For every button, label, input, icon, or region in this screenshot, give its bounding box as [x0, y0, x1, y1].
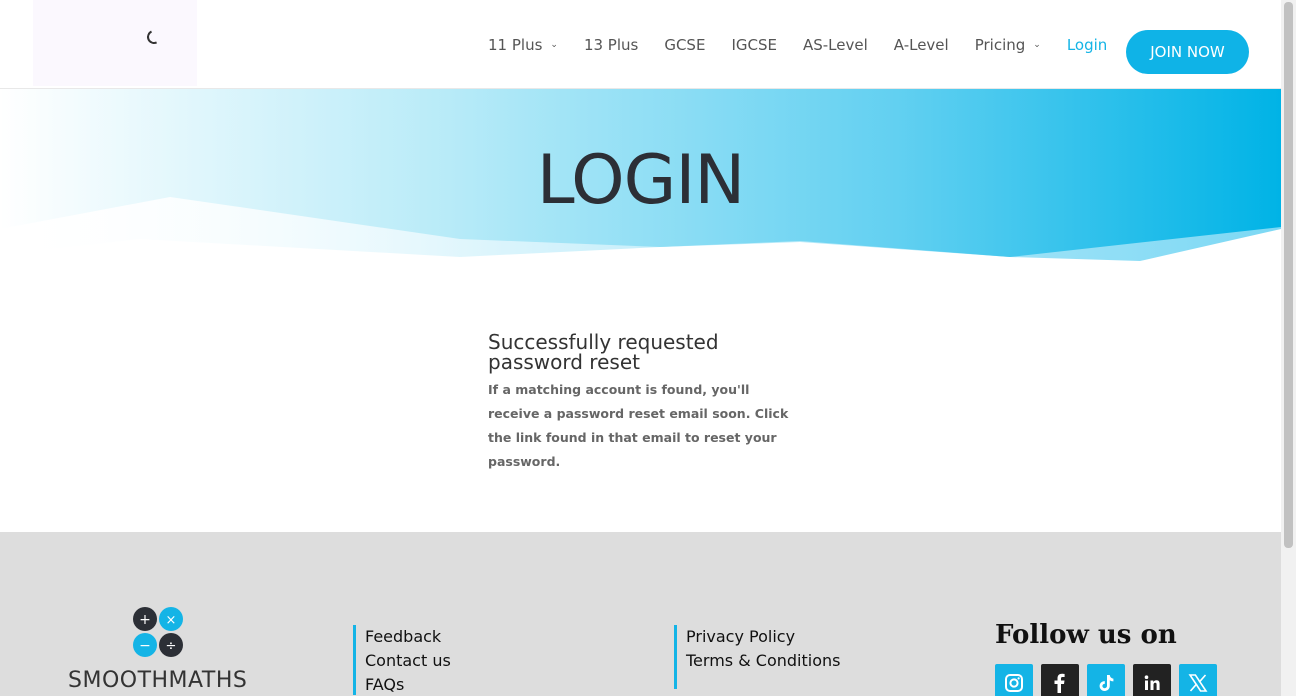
facebook-icon[interactable]: [1041, 664, 1079, 696]
footer-link-privacy[interactable]: Privacy Policy: [686, 625, 840, 649]
svg-text:×: ×: [166, 613, 177, 628]
nav-item-label: AS-Level: [802, 35, 868, 54]
nav-item-label: Pricing: [974, 35, 1026, 54]
footer-link-contact[interactable]: Contact us: [365, 649, 451, 673]
social-links: [995, 664, 1225, 696]
chevron-down-icon: ⌄: [1033, 39, 1041, 50]
follow-us-heading: Follow us on: [995, 620, 1177, 650]
loading-spinner-icon: [145, 28, 163, 46]
svg-text:+: +: [139, 612, 151, 628]
nav-item-label: A-Level: [893, 35, 949, 54]
footer-link-feedback[interactable]: Feedback: [365, 625, 451, 649]
site-footer: + × − ÷ SMOOTHMATHS Feedback Contact us …: [0, 532, 1281, 696]
nav-item-igcse[interactable]: IGCSE: [731, 36, 777, 54]
scrollbar-thumb[interactable]: [1284, 2, 1293, 548]
chevron-down-icon: ⌄: [550, 39, 558, 50]
x-icon[interactable]: [1179, 664, 1217, 696]
site-header: 11 Plus ⌄ 13 Plus GCSE IGCSE AS-Level A-…: [0, 0, 1281, 89]
nav-item-label: Login: [1066, 35, 1108, 54]
nav-item-label: IGCSE: [731, 35, 777, 54]
hero-banner: LOGIN: [0, 89, 1281, 279]
confirmation-body: If a matching account is found, you'll r…: [488, 382, 789, 469]
nav-item-label: 11 Plus: [488, 35, 543, 54]
footer-links-col-2: Privacy Policy Terms & Conditions: [674, 625, 840, 689]
nav-item-login[interactable]: Login: [1067, 36, 1107, 54]
nav-item-11-plus[interactable]: 11 Plus ⌄: [488, 36, 558, 54]
instagram-icon[interactable]: [995, 664, 1033, 696]
page-scrollbar[interactable]: [1281, 0, 1296, 696]
svg-text:−: −: [139, 638, 151, 654]
nav-item-as-level[interactable]: AS-Level: [803, 36, 868, 54]
page-title: LOGIN: [536, 141, 746, 220]
footer-link-terms[interactable]: Terms & Conditions: [686, 649, 840, 673]
linkedin-icon[interactable]: [1133, 664, 1171, 696]
nav-item-gcse[interactable]: GCSE: [664, 36, 705, 54]
site-logo-placeholder[interactable]: [33, 0, 197, 86]
footer-logo-text: SMOOTHMATHS: [68, 668, 248, 693]
svg-text:÷: ÷: [166, 639, 177, 654]
nav-item-label: GCSE: [664, 35, 706, 54]
footer-links-col-1: Feedback Contact us FAQs: [353, 625, 451, 695]
reset-confirmation: Successfully requested password reset If…: [488, 332, 798, 474]
main-nav: 11 Plus ⌄ 13 Plus GCSE IGCSE AS-Level A-…: [488, 0, 1133, 89]
footer-link-faqs[interactable]: FAQs: [365, 673, 451, 696]
tiktok-icon[interactable]: [1087, 664, 1125, 696]
confirmation-heading: Successfully requested password reset: [488, 330, 719, 374]
nav-item-13-plus[interactable]: 13 Plus: [584, 36, 638, 54]
join-now-button[interactable]: JOIN NOW: [1126, 30, 1249, 74]
smoothmaths-logo-icon[interactable]: + × − ÷: [68, 606, 248, 668]
nav-item-label: 13 Plus: [583, 35, 639, 54]
nav-item-a-level[interactable]: A-Level: [894, 36, 949, 54]
nav-item-pricing[interactable]: Pricing ⌄: [975, 36, 1041, 54]
